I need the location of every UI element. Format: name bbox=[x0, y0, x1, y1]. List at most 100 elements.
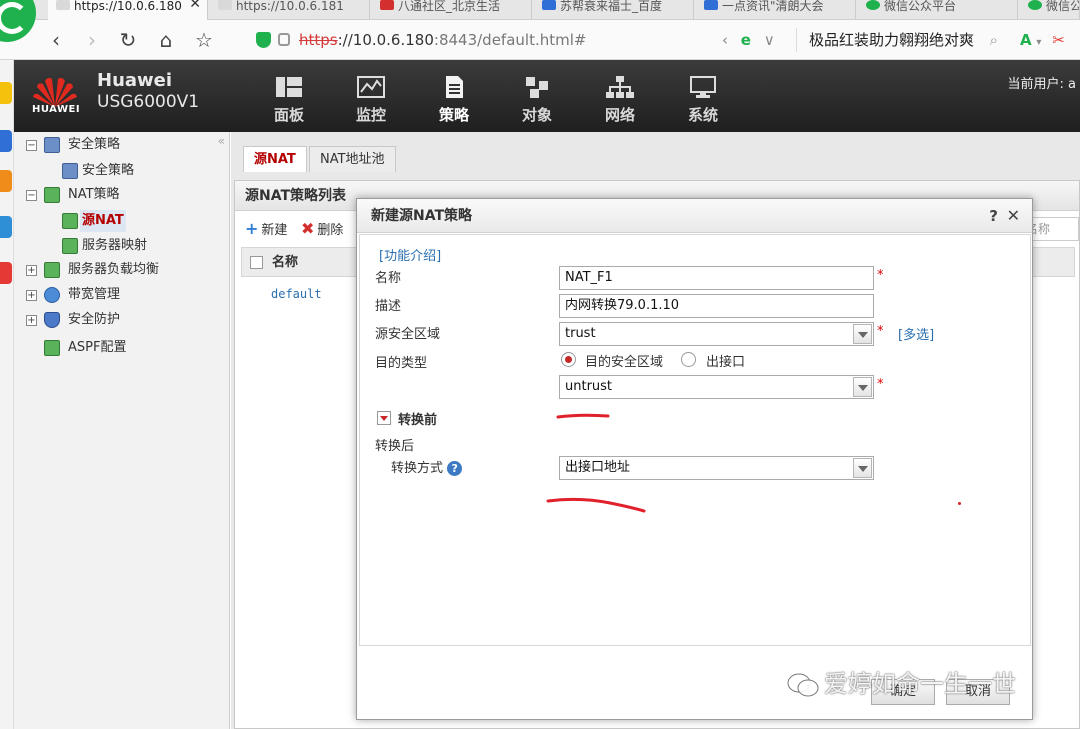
radio-outbound-interface[interactable] bbox=[681, 352, 696, 367]
back-icon[interactable]: ‹ bbox=[44, 28, 68, 52]
radio-outbound-interface-label: 出接口 bbox=[706, 355, 746, 370]
address-tools: ‹ e ∨ bbox=[722, 28, 775, 52]
red-ink-annotation bbox=[546, 413, 646, 513]
chevron-down-icon[interactable] bbox=[853, 324, 872, 344]
bookmark-star-icon[interactable]: ☆ bbox=[192, 28, 216, 52]
menu-label: 面板 bbox=[273, 106, 304, 124]
tab-source-nat[interactable]: 源NAT bbox=[243, 146, 307, 172]
column-header-name[interactable]: 名称 bbox=[272, 248, 298, 278]
product-brand: Huawei USG6000V1 bbox=[97, 71, 199, 113]
reload-icon[interactable]: ↻ bbox=[116, 28, 140, 52]
name-field[interactable]: NAT_F1 bbox=[559, 266, 874, 290]
menu-system[interactable]: 系统 bbox=[678, 76, 728, 125]
watermark-text: 爱婷如命一生一世 bbox=[824, 670, 1016, 698]
scissors-icon[interactable]: ✂ bbox=[1052, 31, 1065, 49]
forward-icon[interactable]: › bbox=[80, 28, 104, 52]
policy-icon bbox=[446, 76, 463, 98]
shield-icon bbox=[44, 312, 60, 328]
close-tab-icon[interactable]: ✕ bbox=[189, 0, 201, 11]
menu-policy[interactable]: 策略 bbox=[429, 76, 479, 125]
description-field[interactable]: 内网转换79.0.1.10 bbox=[559, 294, 874, 318]
app-icon[interactable] bbox=[0, 130, 12, 152]
help-icon[interactable]: ? bbox=[989, 199, 998, 233]
close-icon[interactable]: ✕ bbox=[1007, 199, 1020, 233]
bandwidth-icon bbox=[44, 287, 60, 303]
translation-method-label: 转换方式 ? bbox=[391, 457, 463, 476]
chevron-down-icon[interactable]: ∨ bbox=[764, 31, 775, 49]
browser-tab[interactable]: 苏帮衰来福士_百度 bbox=[534, 0, 694, 20]
multi-select-link[interactable]: [多选] bbox=[898, 324, 934, 343]
dialog-body: [功能介绍] 名称 NAT_F1 * 描述 内网转换79.0.1.10 源安全区… bbox=[359, 234, 1031, 646]
collapse-section-icon[interactable] bbox=[377, 411, 391, 425]
chevron-down-icon[interactable]: ▾ bbox=[1036, 37, 1041, 48]
chevron-down-icon[interactable] bbox=[853, 458, 872, 478]
app-header: HUAWEI Huawei USG6000V1 面板 监控 策略 对象 网络 系… bbox=[14, 60, 1080, 132]
tree-item-label: 服务器映射 bbox=[82, 238, 148, 253]
app-icon[interactable] bbox=[0, 170, 12, 192]
home-icon[interactable]: ⌂ bbox=[154, 28, 178, 52]
chevron-down-icon[interactable] bbox=[853, 377, 872, 397]
description-label: 描述 bbox=[375, 299, 402, 314]
app-icon[interactable] bbox=[0, 262, 12, 284]
menu-object[interactable]: 对象 bbox=[512, 76, 562, 125]
collapse-sidebar-icon[interactable]: « bbox=[218, 134, 225, 148]
required-mark: * bbox=[877, 324, 884, 339]
delete-x-icon: ✖ bbox=[301, 219, 315, 238]
current-user: 当前用户: a bbox=[1007, 77, 1076, 92]
system-icon bbox=[690, 76, 716, 98]
tree-item-label: ASPF配置 bbox=[68, 340, 127, 355]
help-icon[interactable]: ? bbox=[447, 461, 463, 476]
new-source-nat-dialog: 新建源NAT策略 ? ✕ [功能介绍] 名称 NAT_F1 * 描述 内网转换7… bbox=[356, 198, 1033, 720]
menu-monitor[interactable]: 监控 bbox=[346, 76, 396, 125]
browser-tab[interactable]: 八通社区_北京生活 bbox=[372, 0, 532, 20]
radio-destination-zone[interactable] bbox=[561, 352, 576, 367]
destination-zone-select[interactable]: untrust bbox=[559, 375, 874, 399]
after-translation-label: 转换后 bbox=[375, 439, 415, 454]
extension-icons: A ▾ ✂ bbox=[1020, 28, 1065, 55]
name-label: 名称 bbox=[375, 271, 402, 286]
app-icon[interactable] bbox=[0, 216, 12, 238]
before-translation-section[interactable]: 转换前 bbox=[398, 409, 437, 428]
new-button[interactable]: + 新建 bbox=[245, 217, 287, 243]
translate-extension-icon[interactable]: A bbox=[1020, 31, 1032, 49]
menu-label: 策略 bbox=[438, 106, 469, 124]
address-bar[interactable]: https://10.0.6.180:8443/default.html# bbox=[246, 28, 786, 52]
tab-nat-address-pool[interactable]: NAT地址池 bbox=[309, 146, 396, 172]
nat-policy-icon bbox=[62, 213, 78, 229]
expand-icon[interactable]: + bbox=[26, 265, 37, 276]
app-icon[interactable] bbox=[0, 82, 12, 104]
browser-tab[interactable]: 一点资讯"清朗大会 bbox=[696, 0, 856, 20]
browser-e-icon[interactable]: e bbox=[741, 31, 751, 49]
feature-intro-link[interactable]: [功能介绍] bbox=[379, 245, 441, 264]
tree-item-label: 源NAT bbox=[80, 210, 126, 232]
expand-icon[interactable]: + bbox=[26, 290, 37, 301]
source-zone-select[interactable]: trust bbox=[559, 322, 874, 346]
tree-item-label: 带宽管理 bbox=[68, 287, 121, 302]
collapse-icon[interactable]: − bbox=[26, 190, 37, 201]
browser-tab[interactable]: 微信公 bbox=[1020, 0, 1080, 20]
menu-network[interactable]: 网络 bbox=[595, 76, 645, 125]
delete-button[interactable]: ✖ 删除 bbox=[301, 217, 343, 243]
tree-item-label: 安全策略 bbox=[68, 137, 121, 152]
select-all-checkbox[interactable] bbox=[250, 256, 263, 269]
share-icon[interactable]: ‹ bbox=[722, 31, 728, 49]
network-icon bbox=[606, 76, 634, 98]
menu-label: 对象 bbox=[521, 106, 552, 124]
wechat-icon bbox=[866, 0, 880, 10]
collapse-icon[interactable]: − bbox=[26, 140, 37, 151]
insecure-lock-icon bbox=[278, 33, 290, 46]
security-policy-icon bbox=[44, 137, 60, 153]
page-favicon-icon bbox=[56, 0, 70, 10]
search-input[interactable]: 极品红装助力翱翔绝对爽 ⌕ bbox=[796, 28, 1002, 52]
security-policy-icon bbox=[62, 163, 78, 179]
wechat-watermark-icon bbox=[787, 673, 819, 697]
search-icon[interactable]: ⌕ bbox=[990, 28, 998, 52]
table-row-default[interactable]: default bbox=[271, 287, 322, 301]
tree-item-label: 服务器负载均衡 bbox=[68, 262, 160, 277]
plus-icon: + bbox=[245, 219, 259, 238]
expand-icon[interactable]: + bbox=[26, 315, 37, 326]
menu-dashboard[interactable]: 面板 bbox=[264, 76, 314, 125]
browser-tab[interactable]: https://10.0.6.181 bbox=[210, 0, 370, 20]
browser-tab[interactable]: 微信公众平台 bbox=[858, 0, 1018, 20]
browser-tab-active[interactable]: https://10.0.6.180 ✕ bbox=[48, 0, 208, 20]
